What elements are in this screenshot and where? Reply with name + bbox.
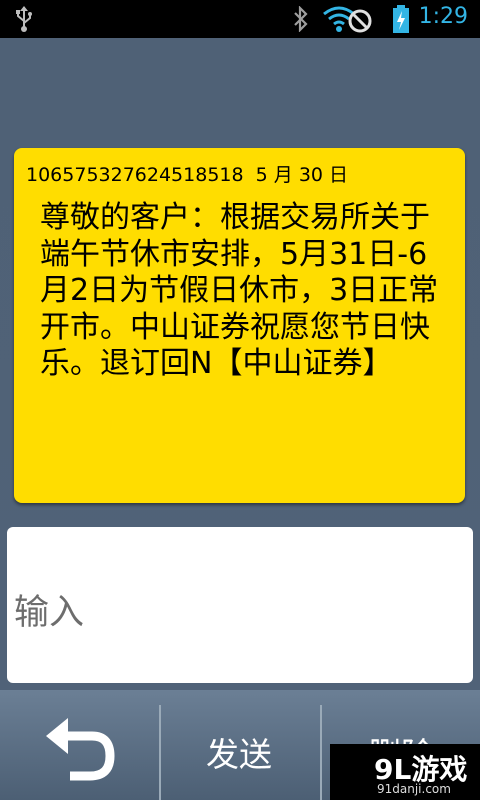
bluetooth-icon bbox=[293, 0, 309, 38]
back-arrow-icon bbox=[44, 714, 116, 790]
send-button-label: 发送 bbox=[206, 735, 272, 774]
message-header: 106575327624518518 5 月 30 日 bbox=[26, 164, 349, 186]
input-placeholder: 输入 bbox=[14, 593, 85, 633]
usb-icon bbox=[14, 0, 34, 38]
watermark-url: 91danji.com bbox=[377, 782, 451, 796]
status-bar: 1:29 bbox=[0, 0, 480, 38]
message-body: 尊敬的客户：根据交易所关于端午节休市安排，5月31日-6月2日为节假日休市，3日… bbox=[40, 200, 439, 381]
clock: 1:29 bbox=[418, 4, 468, 29]
battery-charging-icon bbox=[392, 0, 410, 38]
wifi-off-icon bbox=[322, 0, 374, 38]
